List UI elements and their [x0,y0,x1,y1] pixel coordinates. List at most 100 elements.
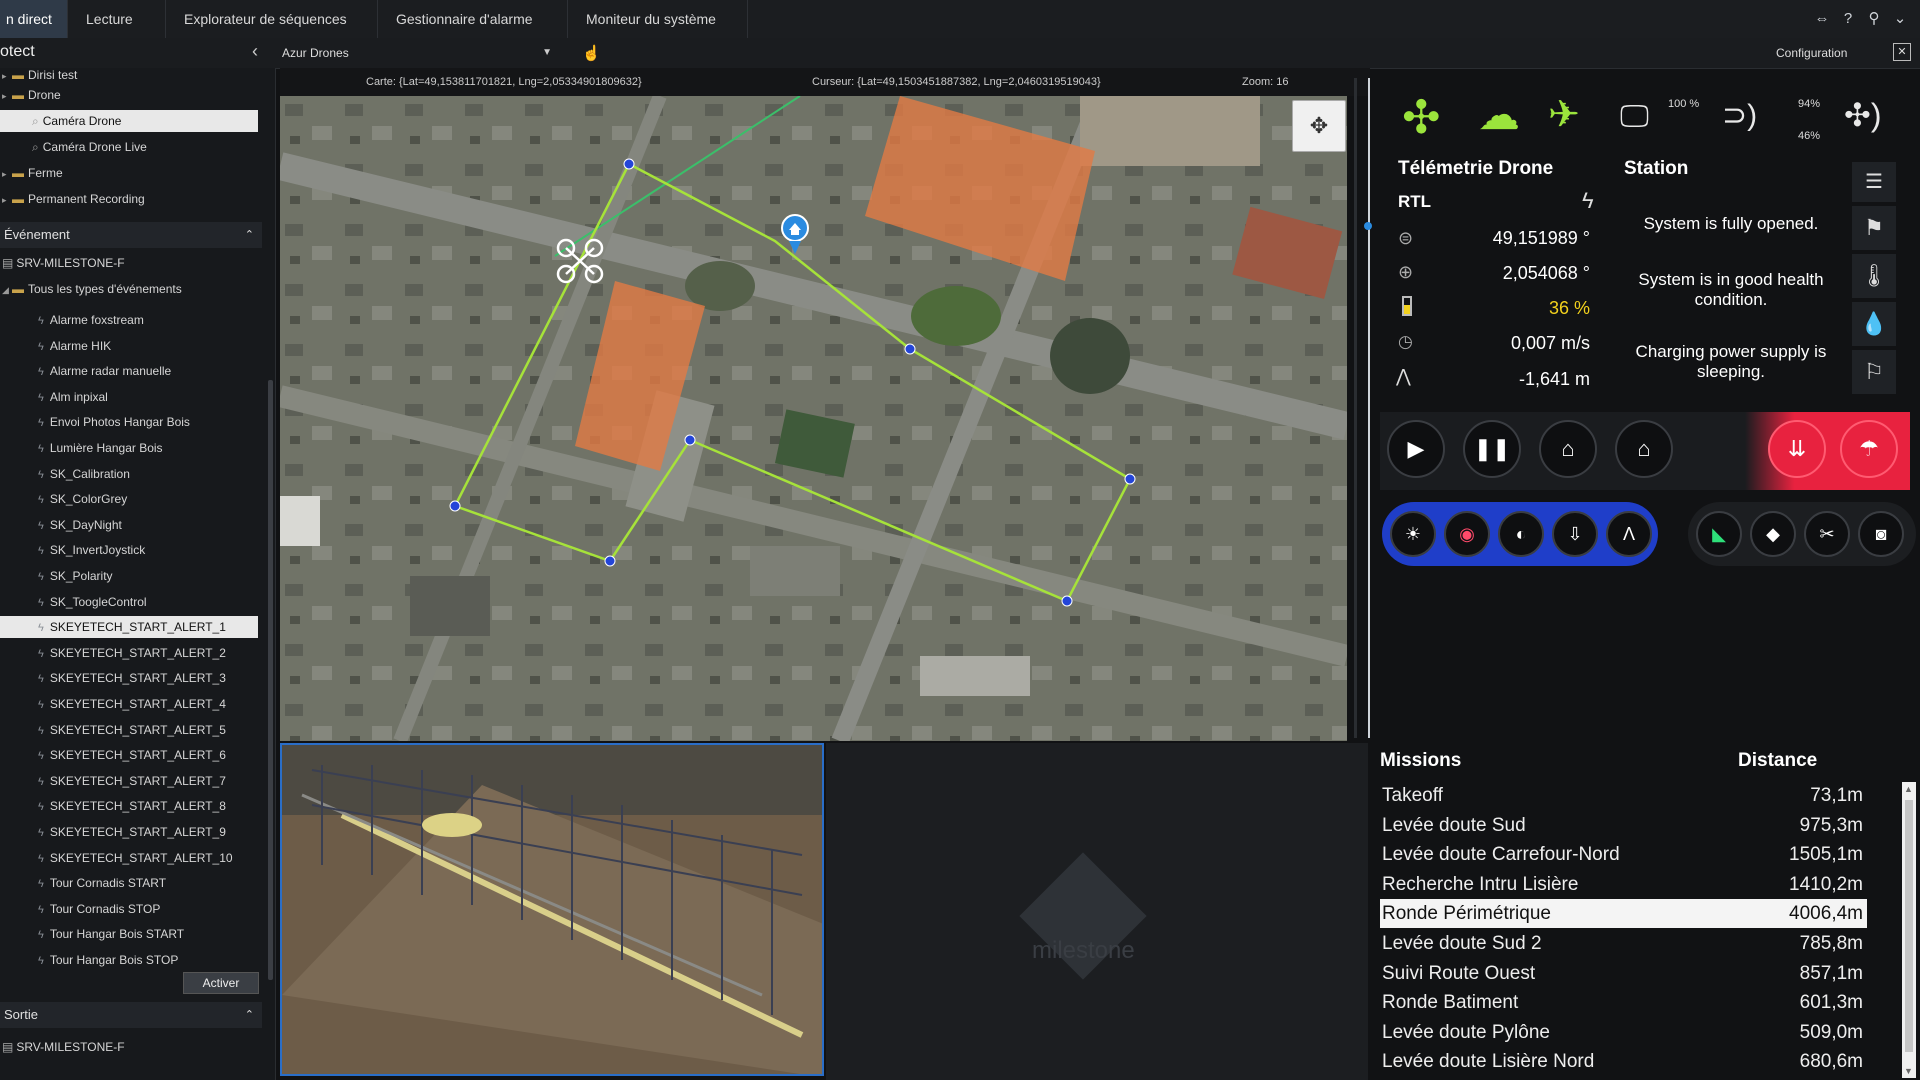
configuration-button[interactable]: Configuration [1776,46,1847,60]
download-photos-button[interactable]: ⇩ [1552,511,1598,557]
event-item[interactable]: ϟ Tour Cornadis STOP [0,898,160,920]
event-item[interactable]: ϟ SKEYETECH_START_ALERT_6 [0,744,226,766]
event-item[interactable]: ϟ SK_InvertJoystick [0,539,145,561]
event-item[interactable]: ϟ SKEYETECH_START_ALERT_1 [0,616,258,639]
mission-row[interactable]: Levée doute Sud 2 785,8m [1380,929,1867,958]
event-item[interactable]: ϟ Alarme HIK [0,335,111,357]
maximize-icon[interactable]: ✕ [1893,43,1911,61]
flag-icon[interactable]: ⚐ [1852,350,1896,394]
output-server[interactable]: ▤ SRV-MILESTONE-F [2,1040,125,1054]
event-server[interactable]: ▤ SRV-MILESTONE-F [2,256,125,270]
tab-sequence-explorer[interactable]: Explorateur de séquences [166,0,378,38]
emergency-land-button[interactable]: ⇊ [1768,420,1826,478]
station-menu-icon[interactable]: ☰ [1852,162,1896,202]
eraser-button[interactable]: ◆ [1750,511,1796,557]
signal-icon[interactable]: ⊃) [1722,98,1757,133]
mission-row[interactable]: Levée doute Sud 975,3m [1380,811,1867,840]
event-item[interactable]: ϟ Lumière Hangar Bois [0,437,163,459]
event-item[interactable]: ϟ SKEYETECH_START_ALERT_4 [0,693,226,715]
mission-row[interactable]: Ronde Périmétrique 4006,4m [1380,899,1867,929]
chevron-down-icon[interactable]: ⌄ [1890,9,1910,29]
tools-button[interactable]: ✂ [1804,511,1850,557]
empty-camera-slot[interactable]: milestone [826,743,1368,1080]
mission-row[interactable]: Levée doute Pylône 509,0m [1380,1018,1867,1047]
drone-camera-view[interactable] [280,743,824,1076]
event-item[interactable]: ϟ Envoi Photos Hangar Bois [0,411,190,433]
event-item[interactable]: ϟ SKEYETECH_START_ALERT_2 [0,642,226,664]
tree-item-folder[interactable]: ▸ ▬ Permanent Recording [2,188,145,210]
color-mode-button[interactable]: ◉ [1444,511,1490,557]
mission-row[interactable]: Suivi Route Ouest 857,1m [1380,959,1867,988]
event-item[interactable]: ϟ SK_ColorGrey [0,488,127,510]
event-item[interactable]: ϟ SK_DayNight [0,514,122,536]
monitor-icon[interactable]: 🖵 [1620,100,1649,134]
gimbal-button[interactable]: ◣ [1696,511,1742,557]
output-section-header[interactable]: Sortie ⌃ [0,1002,262,1028]
event-item[interactable]: ϟ SK_Calibration [0,463,130,485]
event-item[interactable]: ϟ Alm inpixal [0,386,108,408]
event-item[interactable]: ϟ Tour Hangar Bois START [0,923,184,945]
event-item[interactable]: ϟ SKEYETECH_START_ALERT_3 [0,667,226,689]
contrast-button[interactable]: ◐ [1498,511,1544,557]
land-home-button[interactable]: ⌂ [1615,420,1673,478]
event-all-types[interactable]: ◢ ▬ Tous les types d'événements [2,282,182,296]
collapse-up-icon[interactable]: ⌃ [245,222,254,248]
help-icon[interactable]: ? [1838,9,1858,29]
event-item[interactable]: ϟ Tour Hangar Bois STOP [0,949,178,971]
map-compass-button[interactable]: ✥ [1292,100,1346,152]
humidity-icon[interactable]: 💧 [1852,302,1896,346]
pointer-tool-icon[interactable]: ☝ [582,44,601,62]
event-item[interactable]: ϟ SKEYETECH_START_ALERT_5 [0,719,226,741]
map-scrollbar[interactable] [1354,78,1357,738]
event-item[interactable]: ϟ SKEYETECH_START_ALERT_10 [0,847,233,869]
return-home-button[interactable]: ⌂ [1539,420,1597,478]
event-item[interactable]: ϟ Alarme radar manuelle [0,360,171,382]
tab-system-monitor[interactable]: Moniteur du système [568,0,748,38]
tab-alarm-manager[interactable]: Gestionnaire d'alarme [378,0,568,38]
mission-row[interactable]: Levée doute Lisière Nord 680,6m [1380,1047,1867,1076]
compass-mode-button[interactable]: Λ [1606,511,1652,557]
satellite-map[interactable]: ✥ [280,96,1347,741]
splitter-handle[interactable] [1364,222,1372,230]
drone-link-icon[interactable]: ✣) [1844,96,1881,134]
tab-live[interactable]: n direct [0,0,68,38]
flight-status-icon[interactable]: ✈ [1548,92,1580,137]
thermometer-icon[interactable]: 🌡 [1852,254,1896,298]
event-bolt-icon: ϟ [38,699,44,711]
brightness-button[interactable]: ☀ [1390,511,1436,557]
pin-icon[interactable]: ⚲ [1864,9,1884,29]
event-item[interactable]: ϟ SK_Polarity [0,565,113,587]
event-item[interactable]: ϟ SKEYETECH_START_ALERT_8 [0,795,226,817]
collapse-left-icon[interactable]: ‹ [252,41,258,62]
drone-status-icon[interactable]: ✣ [1402,90,1441,144]
mission-row[interactable]: Takeoff 73,1m [1380,781,1867,810]
mission-row[interactable]: Ronde Batiment 601,3m [1380,988,1867,1017]
tab-playback[interactable]: Lecture [68,0,166,38]
pause-button[interactable]: ❚❚ [1463,420,1521,478]
mission-row[interactable]: Recherche Intru Lisière 1410,2m [1380,870,1867,899]
activate-button[interactable]: Activer [183,972,259,994]
tree-item-camera[interactable]: ⌕ Caméra Drone [0,110,258,132]
mission-row[interactable]: Levée doute Carrefour-Nord 1505,1m [1380,840,1867,869]
event-item[interactable]: ϟ SK_ToogleControl [0,591,147,613]
view-select[interactable]: Azur Drones ▼ [282,42,552,64]
play-button[interactable]: ▶ [1387,420,1445,478]
event-item[interactable]: ϟ Alarme foxstream [0,309,144,331]
tree-item-camera[interactable]: ⌕ Caméra Drone Live [0,136,147,158]
event-section-header[interactable]: Événement ⌃ [0,222,262,248]
panel-splitter[interactable] [1368,78,1370,738]
missions-scrollbar[interactable]: ▲ ▼ [1902,782,1916,1078]
event-item[interactable]: ϟ SKEYETECH_START_ALERT_9 [0,821,226,843]
tree-item-folder[interactable]: ▸ ▬ Ferme [2,162,63,184]
wind-sock-icon[interactable]: ⚑ [1852,206,1896,250]
event-item[interactable]: ϟ Tour Cornadis START [0,872,166,894]
tree-item-folder[interactable]: ▸ ▬ Drone [2,84,61,106]
arrows-icon[interactable]: ⇔ [1812,9,1832,29]
missions-scroll-thumb[interactable] [1905,800,1913,1052]
parachute-button[interactable]: ☂ [1840,420,1898,478]
left-scrollbar[interactable] [268,380,273,980]
collapse-up-icon[interactable]: ⌃ [245,1002,254,1028]
camera-button[interactable]: ◙ [1858,511,1904,557]
event-item[interactable]: ϟ SKEYETECH_START_ALERT_7 [0,770,226,792]
weather-icon[interactable]: ☁ [1478,90,1520,139]
